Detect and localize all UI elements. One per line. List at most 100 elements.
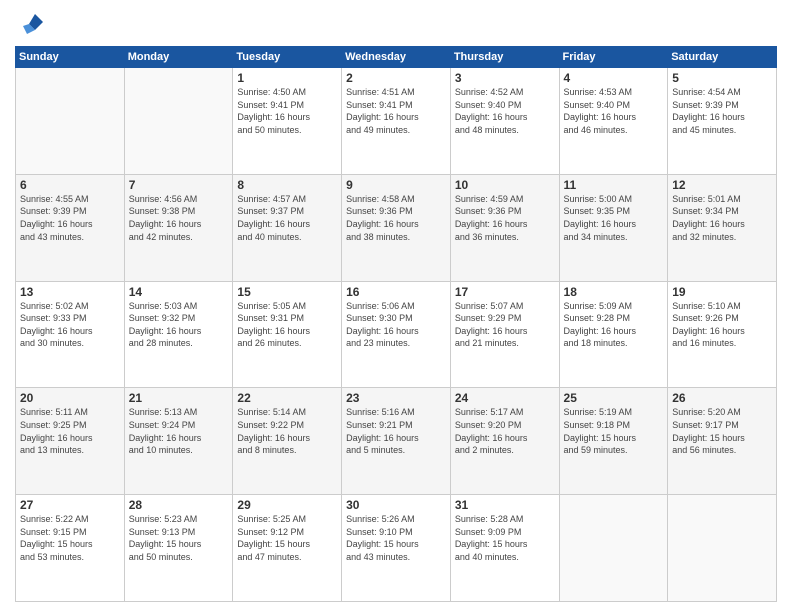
day-info: Sunrise: 4:58 AM Sunset: 9:36 PM Dayligh… xyxy=(346,193,446,243)
calendar-cell: 5Sunrise: 4:54 AM Sunset: 9:39 PM Daylig… xyxy=(668,68,777,175)
day-number: 8 xyxy=(237,178,337,192)
day-number: 25 xyxy=(564,391,664,405)
day-info: Sunrise: 4:56 AM Sunset: 9:38 PM Dayligh… xyxy=(129,193,229,243)
day-number: 21 xyxy=(129,391,229,405)
calendar-week-row: 20Sunrise: 5:11 AM Sunset: 9:25 PM Dayli… xyxy=(16,388,777,495)
day-info: Sunrise: 5:28 AM Sunset: 9:09 PM Dayligh… xyxy=(455,513,555,563)
calendar-cell: 17Sunrise: 5:07 AM Sunset: 9:29 PM Dayli… xyxy=(450,281,559,388)
day-number: 13 xyxy=(20,285,120,299)
day-number: 26 xyxy=(672,391,772,405)
day-info: Sunrise: 5:16 AM Sunset: 9:21 PM Dayligh… xyxy=(346,406,446,456)
calendar-cell xyxy=(559,495,668,602)
calendar-cell: 11Sunrise: 5:00 AM Sunset: 9:35 PM Dayli… xyxy=(559,174,668,281)
day-info: Sunrise: 5:14 AM Sunset: 9:22 PM Dayligh… xyxy=(237,406,337,456)
day-number: 9 xyxy=(346,178,446,192)
page: SundayMondayTuesdayWednesdayThursdayFrid… xyxy=(0,0,792,612)
calendar-cell: 30Sunrise: 5:26 AM Sunset: 9:10 PM Dayli… xyxy=(342,495,451,602)
weekday-header: Tuesday xyxy=(233,47,342,68)
weekday-header-row: SundayMondayTuesdayWednesdayThursdayFrid… xyxy=(16,47,777,68)
day-number: 17 xyxy=(455,285,555,299)
calendar-week-row: 27Sunrise: 5:22 AM Sunset: 9:15 PM Dayli… xyxy=(16,495,777,602)
day-number: 22 xyxy=(237,391,337,405)
logo-icon xyxy=(15,10,43,38)
day-number: 20 xyxy=(20,391,120,405)
day-number: 30 xyxy=(346,498,446,512)
calendar-cell: 19Sunrise: 5:10 AM Sunset: 9:26 PM Dayli… xyxy=(668,281,777,388)
day-info: Sunrise: 5:13 AM Sunset: 9:24 PM Dayligh… xyxy=(129,406,229,456)
calendar-table: SundayMondayTuesdayWednesdayThursdayFrid… xyxy=(15,46,777,602)
day-number: 1 xyxy=(237,71,337,85)
day-info: Sunrise: 5:26 AM Sunset: 9:10 PM Dayligh… xyxy=(346,513,446,563)
day-number: 11 xyxy=(564,178,664,192)
calendar-cell: 24Sunrise: 5:17 AM Sunset: 9:20 PM Dayli… xyxy=(450,388,559,495)
calendar-cell: 15Sunrise: 5:05 AM Sunset: 9:31 PM Dayli… xyxy=(233,281,342,388)
weekday-header: Monday xyxy=(124,47,233,68)
day-number: 7 xyxy=(129,178,229,192)
day-info: Sunrise: 4:53 AM Sunset: 9:40 PM Dayligh… xyxy=(564,86,664,136)
day-info: Sunrise: 4:55 AM Sunset: 9:39 PM Dayligh… xyxy=(20,193,120,243)
calendar-cell: 10Sunrise: 4:59 AM Sunset: 9:36 PM Dayli… xyxy=(450,174,559,281)
day-number: 4 xyxy=(564,71,664,85)
day-number: 28 xyxy=(129,498,229,512)
calendar-cell: 25Sunrise: 5:19 AM Sunset: 9:18 PM Dayli… xyxy=(559,388,668,495)
calendar-week-row: 6Sunrise: 4:55 AM Sunset: 9:39 PM Daylig… xyxy=(16,174,777,281)
weekday-header: Saturday xyxy=(668,47,777,68)
day-number: 3 xyxy=(455,71,555,85)
calendar-cell: 6Sunrise: 4:55 AM Sunset: 9:39 PM Daylig… xyxy=(16,174,125,281)
calendar-week-row: 13Sunrise: 5:02 AM Sunset: 9:33 PM Dayli… xyxy=(16,281,777,388)
calendar-cell: 16Sunrise: 5:06 AM Sunset: 9:30 PM Dayli… xyxy=(342,281,451,388)
calendar-cell: 21Sunrise: 5:13 AM Sunset: 9:24 PM Dayli… xyxy=(124,388,233,495)
day-info: Sunrise: 5:20 AM Sunset: 9:17 PM Dayligh… xyxy=(672,406,772,456)
day-info: Sunrise: 5:06 AM Sunset: 9:30 PM Dayligh… xyxy=(346,300,446,350)
day-info: Sunrise: 5:19 AM Sunset: 9:18 PM Dayligh… xyxy=(564,406,664,456)
day-number: 5 xyxy=(672,71,772,85)
day-number: 29 xyxy=(237,498,337,512)
calendar-cell: 28Sunrise: 5:23 AM Sunset: 9:13 PM Dayli… xyxy=(124,495,233,602)
header xyxy=(15,10,777,38)
day-info: Sunrise: 5:25 AM Sunset: 9:12 PM Dayligh… xyxy=(237,513,337,563)
weekday-header: Thursday xyxy=(450,47,559,68)
day-info: Sunrise: 5:05 AM Sunset: 9:31 PM Dayligh… xyxy=(237,300,337,350)
calendar-cell: 12Sunrise: 5:01 AM Sunset: 9:34 PM Dayli… xyxy=(668,174,777,281)
day-info: Sunrise: 4:50 AM Sunset: 9:41 PM Dayligh… xyxy=(237,86,337,136)
day-info: Sunrise: 4:54 AM Sunset: 9:39 PM Dayligh… xyxy=(672,86,772,136)
day-number: 19 xyxy=(672,285,772,299)
day-info: Sunrise: 5:03 AM Sunset: 9:32 PM Dayligh… xyxy=(129,300,229,350)
day-number: 31 xyxy=(455,498,555,512)
calendar-cell: 2Sunrise: 4:51 AM Sunset: 9:41 PM Daylig… xyxy=(342,68,451,175)
weekday-header: Friday xyxy=(559,47,668,68)
day-info: Sunrise: 4:51 AM Sunset: 9:41 PM Dayligh… xyxy=(346,86,446,136)
calendar-cell: 26Sunrise: 5:20 AM Sunset: 9:17 PM Dayli… xyxy=(668,388,777,495)
calendar-cell: 1Sunrise: 4:50 AM Sunset: 9:41 PM Daylig… xyxy=(233,68,342,175)
day-number: 10 xyxy=(455,178,555,192)
logo xyxy=(15,10,47,38)
day-number: 23 xyxy=(346,391,446,405)
day-number: 16 xyxy=(346,285,446,299)
day-number: 24 xyxy=(455,391,555,405)
day-number: 15 xyxy=(237,285,337,299)
calendar-cell: 31Sunrise: 5:28 AM Sunset: 9:09 PM Dayli… xyxy=(450,495,559,602)
day-info: Sunrise: 5:23 AM Sunset: 9:13 PM Dayligh… xyxy=(129,513,229,563)
day-info: Sunrise: 5:11 AM Sunset: 9:25 PM Dayligh… xyxy=(20,406,120,456)
day-info: Sunrise: 5:10 AM Sunset: 9:26 PM Dayligh… xyxy=(672,300,772,350)
day-info: Sunrise: 5:17 AM Sunset: 9:20 PM Dayligh… xyxy=(455,406,555,456)
day-number: 14 xyxy=(129,285,229,299)
calendar-cell: 22Sunrise: 5:14 AM Sunset: 9:22 PM Dayli… xyxy=(233,388,342,495)
day-info: Sunrise: 5:22 AM Sunset: 9:15 PM Dayligh… xyxy=(20,513,120,563)
day-info: Sunrise: 5:02 AM Sunset: 9:33 PM Dayligh… xyxy=(20,300,120,350)
calendar-cell: 27Sunrise: 5:22 AM Sunset: 9:15 PM Dayli… xyxy=(16,495,125,602)
day-info: Sunrise: 5:07 AM Sunset: 9:29 PM Dayligh… xyxy=(455,300,555,350)
calendar-cell: 4Sunrise: 4:53 AM Sunset: 9:40 PM Daylig… xyxy=(559,68,668,175)
day-number: 12 xyxy=(672,178,772,192)
day-info: Sunrise: 5:09 AM Sunset: 9:28 PM Dayligh… xyxy=(564,300,664,350)
calendar-cell: 18Sunrise: 5:09 AM Sunset: 9:28 PM Dayli… xyxy=(559,281,668,388)
day-number: 2 xyxy=(346,71,446,85)
day-number: 18 xyxy=(564,285,664,299)
calendar-cell xyxy=(16,68,125,175)
calendar-week-row: 1Sunrise: 4:50 AM Sunset: 9:41 PM Daylig… xyxy=(16,68,777,175)
day-info: Sunrise: 5:00 AM Sunset: 9:35 PM Dayligh… xyxy=(564,193,664,243)
calendar-cell xyxy=(124,68,233,175)
weekday-header: Sunday xyxy=(16,47,125,68)
day-number: 6 xyxy=(20,178,120,192)
weekday-header: Wednesday xyxy=(342,47,451,68)
